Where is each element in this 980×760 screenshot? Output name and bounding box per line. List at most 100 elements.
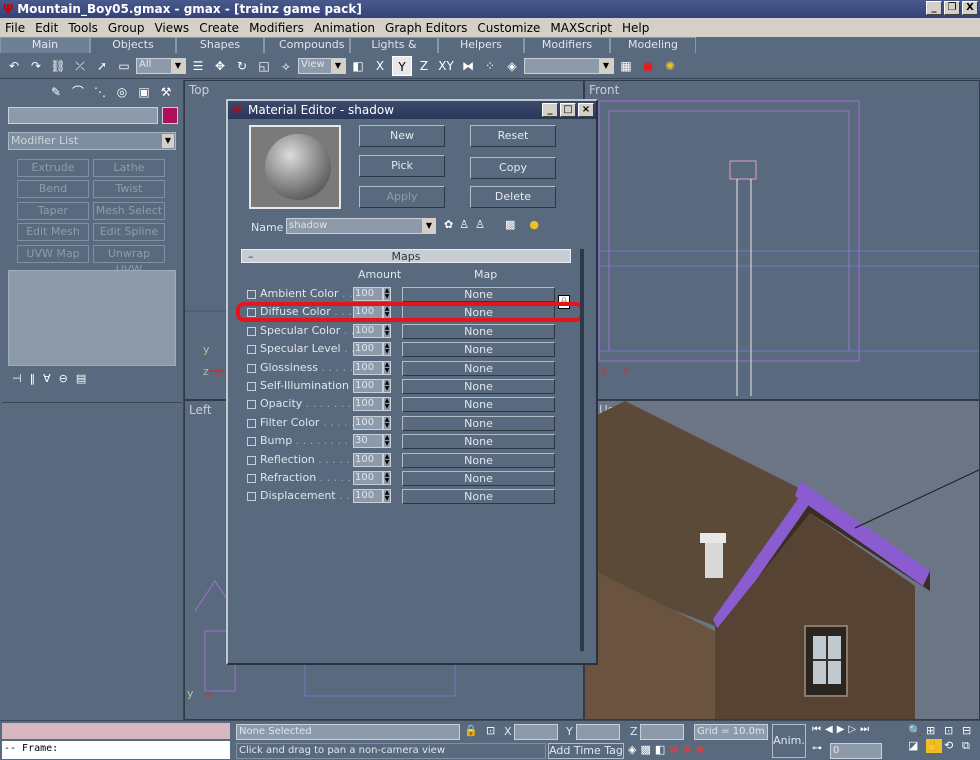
- menu-edit[interactable]: Edit: [30, 21, 63, 35]
- map-enable-checkbox[interactable]: [247, 419, 256, 428]
- map-amount-field[interactable]: 100: [353, 342, 383, 356]
- material-editor-icon[interactable]: ●: [638, 56, 658, 76]
- key-mode-icon[interactable]: ⊶: [812, 743, 822, 754]
- map-enable-checkbox[interactable]: [247, 437, 256, 446]
- apply-material-button[interactable]: Apply: [359, 186, 445, 208]
- motion-tab-icon[interactable]: ◎: [112, 82, 132, 102]
- menu-customize[interactable]: Customize: [472, 21, 545, 35]
- edit-spline-button[interactable]: Edit Spline: [93, 223, 165, 241]
- uvw-map-button[interactable]: UVW Map: [17, 245, 89, 263]
- modify-tab-icon[interactable]: ⌒: [68, 82, 88, 102]
- delete-material-button[interactable]: Delete: [470, 186, 556, 208]
- field-of-view-icon[interactable]: ◪: [908, 739, 924, 753]
- map-slot-button[interactable]: None: [402, 453, 555, 468]
- axis-x-button[interactable]: X: [370, 56, 390, 76]
- arc-rotate-icon[interactable]: ⟲: [944, 739, 960, 753]
- spinner-arrows-icon[interactable]: ▲ ▼: [383, 416, 391, 430]
- configure-sets-icon[interactable]: ▤: [76, 372, 86, 388]
- mirror-snap-icon[interactable]: ✲: [696, 743, 705, 756]
- get-material-icon[interactable]: ✿: [444, 218, 453, 231]
- maximize-button[interactable]: □: [560, 103, 576, 117]
- next-frame-icon[interactable]: ▷: [848, 724, 856, 735]
- selection-filter-dropdown[interactable]: All ▼: [136, 57, 186, 74]
- unlink-icon[interactable]: ⤫: [70, 56, 90, 76]
- map-amount-field[interactable]: 100: [353, 471, 383, 485]
- tab-main-toolbar[interactable]: Main Toolbar: [0, 37, 90, 65]
- reset-material-button[interactable]: Reset: [470, 125, 556, 147]
- snap-toggle-icon[interactable]: ◈: [628, 743, 636, 756]
- menu-file[interactable]: File: [0, 21, 30, 35]
- map-amount-field[interactable]: 100: [353, 379, 383, 393]
- redo-icon[interactable]: ↷: [26, 56, 46, 76]
- lathe-button[interactable]: Lathe: [93, 159, 165, 177]
- viewport-user[interactable]: User: [584, 400, 980, 720]
- taper-button[interactable]: Taper: [17, 202, 89, 220]
- map-slot-button[interactable]: None: [402, 342, 555, 357]
- map-enable-checkbox[interactable]: [247, 400, 256, 409]
- previous-frame-icon[interactable]: ◀: [825, 724, 833, 735]
- select-arrow-icon[interactable]: ➚: [92, 56, 112, 76]
- spinner-arrows-icon[interactable]: ▲ ▼: [383, 361, 391, 375]
- zoom-extents-all-icon[interactable]: ⊟: [962, 724, 978, 737]
- menu-modifiers[interactable]: Modifiers: [244, 21, 309, 35]
- map-slot-button[interactable]: None: [402, 416, 555, 431]
- undo-icon[interactable]: ↶: [4, 56, 24, 76]
- minimize-button[interactable]: _: [926, 1, 942, 15]
- region-select-icon[interactable]: ▭: [114, 56, 134, 76]
- show-in-viewport-icon[interactable]: ●: [529, 218, 539, 231]
- reference-coord-dropdown[interactable]: View ▼: [298, 57, 346, 74]
- map-enable-checkbox[interactable]: [247, 492, 256, 501]
- maps-rollout-header[interactable]: – Maps: [241, 249, 571, 263]
- material-sample-slot[interactable]: [249, 125, 341, 209]
- copy-material-button[interactable]: Copy: [470, 157, 556, 179]
- zoom-extents-icon[interactable]: ⊡: [944, 724, 960, 737]
- angle-snap-icon[interactable]: ▩: [640, 743, 650, 756]
- tab-lights-cameras[interactable]: Lights & Cameras: [350, 37, 438, 65]
- go-to-end-icon[interactable]: ⏭: [860, 724, 869, 735]
- map-amount-field[interactable]: 100: [353, 361, 383, 375]
- map-slot-button[interactable]: None: [402, 287, 555, 302]
- extrude-button[interactable]: Extrude: [17, 159, 89, 177]
- map-slot-button[interactable]: None: [402, 361, 555, 376]
- map-enable-checkbox[interactable]: [247, 382, 256, 391]
- add-time-tag-button[interactable]: Add Time Tag: [548, 743, 624, 759]
- restore-button[interactable]: ❐: [944, 1, 960, 15]
- viewport-front[interactable]: Front y x: [584, 80, 980, 400]
- align-icon[interactable]: ◈: [502, 56, 522, 76]
- object-name-field[interactable]: [8, 107, 158, 124]
- map-enable-checkbox[interactable]: [247, 456, 256, 465]
- background-checker-icon[interactable]: ▩: [505, 218, 515, 231]
- display-tab-icon[interactable]: ▣: [134, 82, 154, 102]
- play-icon[interactable]: ▶: [837, 724, 845, 735]
- percent-snap-icon[interactable]: ◧: [655, 743, 665, 756]
- map-enable-checkbox[interactable]: [247, 474, 256, 483]
- z-coord-field[interactable]: [640, 724, 684, 740]
- menu-help[interactable]: Help: [617, 21, 654, 35]
- modifier-stack[interactable]: [8, 270, 176, 366]
- edit-named-selection-icon[interactable]: ✲: [683, 743, 692, 756]
- tab-modeling[interactable]: Modeling: [610, 37, 696, 53]
- map-amount-field[interactable]: 30: [353, 434, 383, 448]
- map-amount-field[interactable]: 100: [353, 397, 383, 411]
- manipulate-icon[interactable]: ⟡: [276, 56, 296, 76]
- scale-icon[interactable]: ◱: [254, 56, 274, 76]
- spinner-arrows-icon[interactable]: ▲ ▼: [383, 489, 391, 503]
- tab-modifiers[interactable]: Modifiers: [524, 37, 610, 53]
- tab-helpers[interactable]: Helpers: [438, 37, 524, 53]
- map-amount-field[interactable]: 100: [353, 287, 383, 301]
- remove-modifier-icon[interactable]: ⊖: [59, 372, 68, 388]
- select-by-name-icon[interactable]: ☰: [188, 56, 208, 76]
- menu-group[interactable]: Group: [103, 21, 150, 35]
- modifier-list-dropdown[interactable]: Modifier List ▼: [8, 132, 176, 150]
- menu-animation[interactable]: Animation: [309, 21, 380, 35]
- twist-button[interactable]: Twist: [93, 180, 165, 198]
- axis-z-button[interactable]: Z: [414, 56, 434, 76]
- map-amount-field[interactable]: 100: [353, 416, 383, 430]
- map-slot-button[interactable]: None: [402, 471, 555, 486]
- current-frame-field[interactable]: 0: [830, 743, 882, 759]
- absolute-mode-icon[interactable]: ⊡: [486, 724, 495, 737]
- maxscript-listener-mini[interactable]: [2, 723, 230, 739]
- go-to-start-icon[interactable]: ⏮: [812, 724, 821, 735]
- spinner-arrows-icon[interactable]: ▲ ▼: [383, 434, 391, 448]
- map-slot-button[interactable]: None: [402, 489, 555, 504]
